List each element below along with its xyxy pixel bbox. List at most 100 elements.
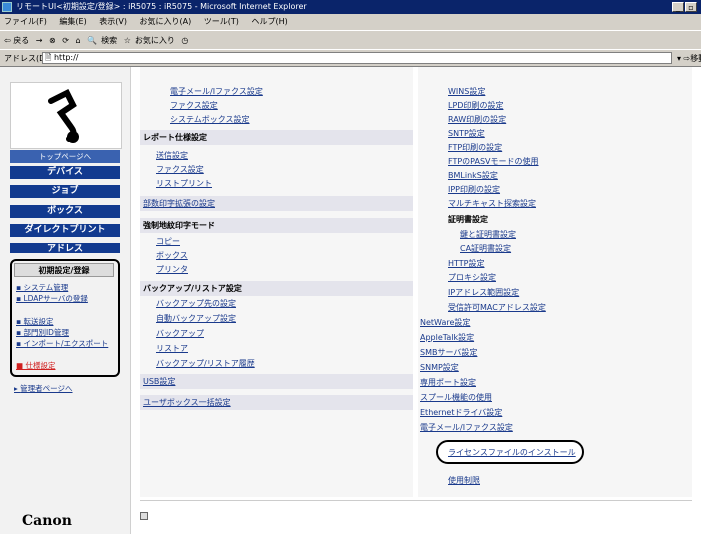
right-link[interactable]: Ethernetドライバ設定 bbox=[420, 407, 502, 418]
job-button[interactable]: ジョブ bbox=[10, 185, 120, 198]
ie-icon bbox=[2, 2, 12, 12]
forward-icon[interactable]: → bbox=[36, 36, 43, 45]
section-link-usb[interactable]: USB設定 bbox=[140, 374, 413, 389]
right-link[interactable]: IPP印刷の設定 bbox=[448, 184, 500, 195]
go-button[interactable]: ▾ ⇨移動 bbox=[677, 53, 701, 64]
mid-link[interactable]: バックアップ先の設定 bbox=[156, 298, 236, 309]
logo-icon bbox=[48, 88, 79, 143]
right-link[interactable]: 電子メール/Iファクス設定 bbox=[420, 422, 513, 433]
right-link[interactable]: LPD印刷の設定 bbox=[448, 100, 503, 111]
sidebar-link-ldap[interactable]: ▪ LDAPサーバの登録 bbox=[16, 295, 114, 303]
admin-page-link[interactable]: ▸ 管理者ページへ bbox=[14, 385, 73, 393]
menu-edit[interactable]: 編集(E) bbox=[59, 17, 86, 26]
window-titlebar: リモートUI<初期設定/登録> : iR5075 : iR5075 - Micr… bbox=[0, 0, 701, 14]
bottom-divider bbox=[140, 500, 692, 501]
back-button[interactable]: ⇦ 戻る bbox=[4, 36, 29, 45]
section-link-copies[interactable]: 部数印字拡張の設定 bbox=[140, 196, 413, 211]
search-label: 検索 bbox=[101, 36, 118, 45]
window-title: リモートUI<初期設定/登録> : iR5075 : iR5075 - Micr… bbox=[16, 2, 307, 11]
stop-icon[interactable]: ⊗ bbox=[49, 36, 56, 45]
menubar: ファイル(F) 編集(E) 表示(V) お気に入り(A) ツール(T) ヘルプ(… bbox=[0, 14, 701, 30]
minimize-button[interactable]: _ bbox=[672, 2, 684, 12]
home-icon[interactable]: ⌂ bbox=[76, 36, 81, 45]
menu-help[interactable]: ヘルプ(H) bbox=[251, 17, 287, 26]
mid-link[interactable]: バックアップ/リストア履歴 bbox=[156, 358, 255, 369]
canon-logo: Canon bbox=[22, 513, 72, 529]
direct-print-button[interactable]: ダイレクトプリント bbox=[10, 224, 120, 237]
sidebar-link-forward[interactable]: ▪ 転送設定 bbox=[16, 318, 53, 326]
sidebar-link-spec[interactable]: ■ 仕様設定 bbox=[16, 362, 55, 370]
mid-link[interactable]: 自動バックアップ設定 bbox=[156, 313, 236, 324]
right-link[interactable]: RAW印刷の設定 bbox=[448, 114, 506, 125]
search-button[interactable]: 🔍 検索 bbox=[87, 36, 117, 45]
right-link[interactable]: AppleTalk設定 bbox=[420, 332, 474, 343]
license-install-link[interactable]: ライセンスファイルのインストール bbox=[448, 447, 576, 458]
menu-file[interactable]: ファイル(F) bbox=[4, 17, 47, 26]
sidebar-link-label: 部門別ID管理 bbox=[23, 328, 69, 337]
favorites-button[interactable]: ☆ お気に入り bbox=[124, 36, 175, 45]
right-link[interactable]: マルチキャスト探索設定 bbox=[448, 198, 536, 209]
mid-link[interactable]: プリンタ bbox=[156, 264, 188, 275]
box-button[interactable]: ボックス bbox=[10, 205, 120, 218]
mid-link[interactable]: ファクス設定 bbox=[156, 164, 204, 175]
toolbar: ⇦ 戻る → ⊗ ⟳ ⌂ 🔍 検索 ☆ お気に入り ◷ bbox=[0, 30, 701, 49]
device-button[interactable]: デバイス bbox=[10, 166, 120, 179]
mid-link[interactable]: バックアップ bbox=[156, 328, 204, 339]
address-input[interactable]: 🗎 http:// bbox=[42, 52, 672, 64]
right-link[interactable]: FTPのPASVモードの使用 bbox=[448, 156, 539, 167]
right-link[interactable]: BMLinkS設定 bbox=[448, 170, 498, 181]
mid-link[interactable]: システムボックス設定 bbox=[170, 114, 250, 125]
top-page-button[interactable]: トップページへ bbox=[10, 150, 120, 163]
menu-view[interactable]: 表示(V) bbox=[99, 17, 127, 26]
sidebar-link-system[interactable]: ▪ システム管理 bbox=[16, 284, 68, 292]
mid-link[interactable]: ファクス設定 bbox=[170, 100, 218, 111]
sidebar-link-label: 転送設定 bbox=[23, 317, 54, 326]
right-link[interactable]: CA証明書設定 bbox=[460, 243, 511, 254]
sidebar-link-label: 仕様設定 bbox=[25, 361, 56, 370]
mid-link[interactable]: リストア bbox=[156, 343, 188, 354]
page-icon: 🗎 bbox=[45, 53, 52, 62]
setup-title[interactable]: 初期設定/登録 bbox=[14, 263, 114, 277]
sidebar-link-dept-id[interactable]: ▪ 部門別ID管理 bbox=[16, 329, 69, 337]
section-header-report: レポート仕様設定 bbox=[140, 130, 413, 145]
admin-page-label: 管理者ページへ bbox=[20, 384, 73, 393]
cert-settings-label: 証明書設定 bbox=[448, 215, 488, 224]
mid-link[interactable]: リストプリント bbox=[156, 178, 212, 189]
right-link[interactable]: 専用ポート設定 bbox=[420, 377, 476, 388]
sidebar-link-import-export[interactable]: ▪ インポート/エクスポート bbox=[16, 340, 114, 348]
section-header-backup: バックアップ/リストア設定 bbox=[140, 281, 413, 296]
right-link[interactable]: スプール機能の使用 bbox=[420, 392, 492, 403]
usage-limit-link[interactable]: 使用制限 bbox=[448, 475, 480, 486]
right-link[interactable]: WINS設定 bbox=[448, 86, 485, 97]
menu-favorites[interactable]: お気に入り(A) bbox=[140, 17, 192, 26]
mid-link[interactable]: 送信設定 bbox=[156, 150, 188, 161]
sidebar-link-label: インポート/エクスポート bbox=[23, 339, 109, 348]
sidebar-link-label: LDAPサーバの登録 bbox=[23, 294, 88, 303]
favorites-label: お気に入り bbox=[134, 36, 175, 45]
menu-tools[interactable]: ツール(T) bbox=[204, 17, 239, 26]
history-icon[interactable]: ◷ bbox=[181, 36, 188, 45]
right-link[interactable]: NetWare設定 bbox=[420, 317, 470, 328]
go-label: 移動 bbox=[690, 54, 701, 63]
mid-link[interactable]: コピー bbox=[156, 236, 180, 247]
mid-link[interactable]: 電子メール/Iファクス設定 bbox=[170, 86, 263, 97]
right-link[interactable]: プロキシ設定 bbox=[448, 272, 496, 283]
right-link[interactable]: IPアドレス範囲設定 bbox=[448, 287, 519, 298]
address-value: http:// bbox=[53, 53, 79, 62]
right-link[interactable]: SNTP設定 bbox=[448, 128, 485, 139]
page-top-icon[interactable] bbox=[140, 512, 148, 520]
section-link-userbox[interactable]: ユーザボックス一括設定 bbox=[140, 395, 413, 410]
refresh-icon[interactable]: ⟳ bbox=[62, 36, 69, 45]
remote-ui-logo bbox=[10, 82, 122, 149]
sidebar-link-label: システム管理 bbox=[23, 283, 69, 292]
section-header-forced-print: 強制地紋印字モード bbox=[140, 218, 413, 233]
right-link[interactable]: 鍵と証明書設定 bbox=[460, 229, 516, 240]
right-link[interactable]: FTP印刷の設定 bbox=[448, 142, 502, 153]
right-link[interactable]: SNMP設定 bbox=[420, 362, 459, 373]
right-link[interactable]: 受信許可MACアドレス設定 bbox=[448, 302, 546, 313]
right-link[interactable]: HTTP設定 bbox=[448, 258, 484, 269]
right-link[interactable]: SMBサーバ設定 bbox=[420, 347, 477, 358]
maximize-button[interactable]: ▫ bbox=[685, 2, 697, 12]
mid-link[interactable]: ボックス bbox=[156, 250, 188, 261]
address-button[interactable]: アドレス bbox=[10, 243, 120, 253]
